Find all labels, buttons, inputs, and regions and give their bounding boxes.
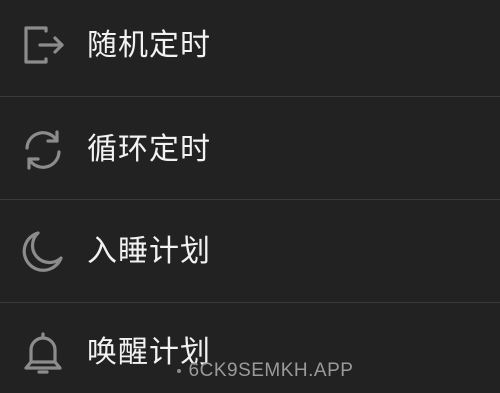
menu-item-label: 随机定时 (87, 28, 211, 63)
menu-item-sleep-plan[interactable]: 入睡计划 (0, 200, 500, 302)
menu-item-label: 入睡计划 (87, 234, 211, 269)
watermark: 6CK9SEMKH.APP (0, 360, 500, 382)
refresh-cycle-icon (18, 125, 68, 175)
watermark-dot (176, 368, 181, 373)
moon-icon (18, 226, 68, 276)
menu-item-loop-timer[interactable]: 循环定时 (0, 97, 500, 199)
timer-menu-list: 随机定时 循环定时 入睡计划 唤醒计划 6CK9SEMKH.APP (0, 0, 500, 393)
exit-door-icon (18, 20, 68, 70)
watermark-text: 6CK9SEMKH.APP (188, 360, 354, 381)
menu-item-label: 循环定时 (87, 132, 211, 167)
menu-item-random-timer[interactable]: 随机定时 (0, 0, 500, 96)
